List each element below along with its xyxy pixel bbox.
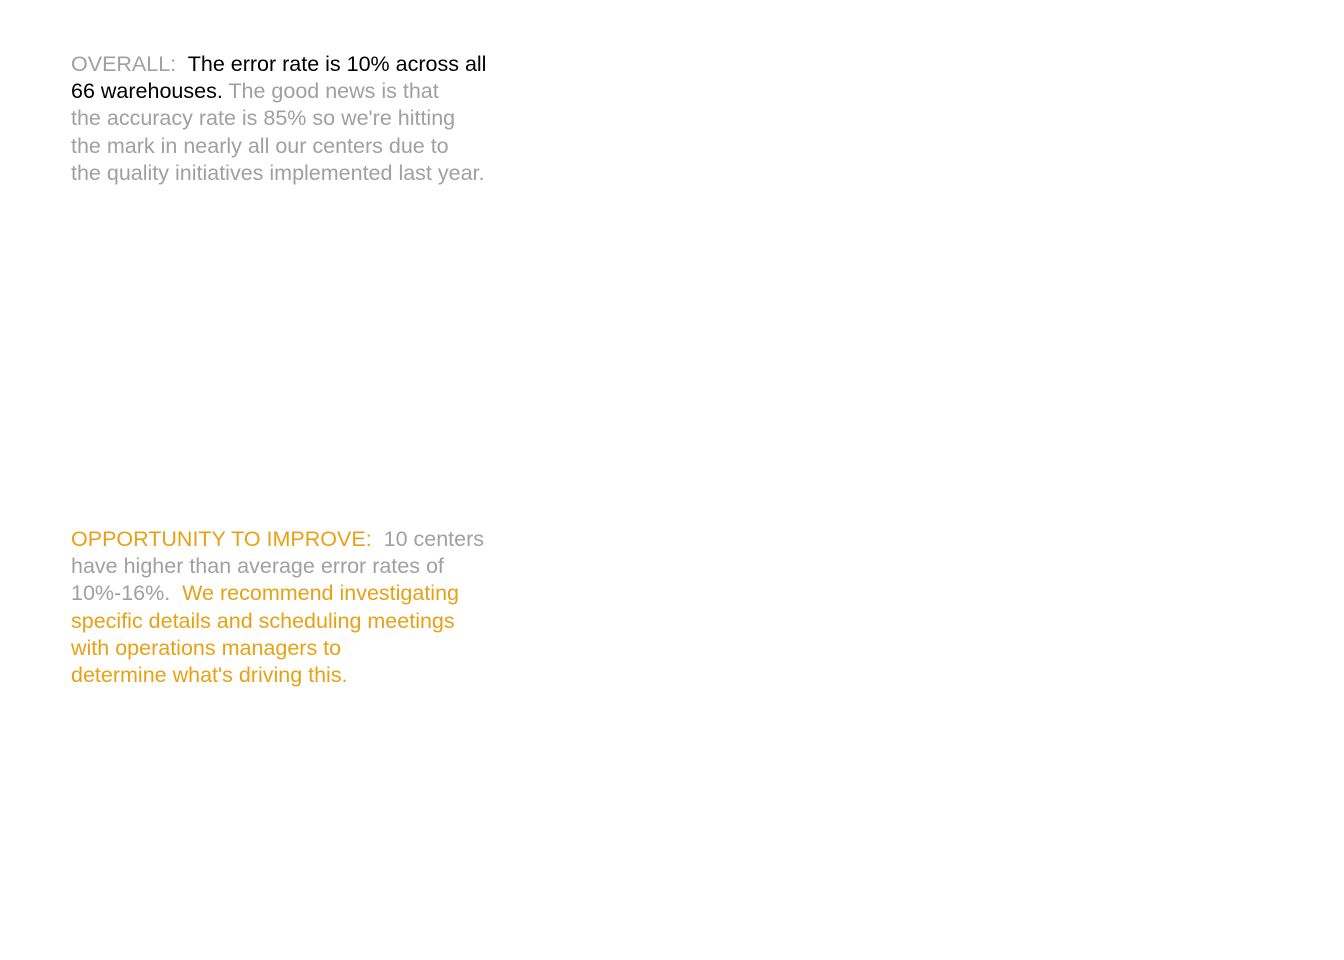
opportunity-summary: OPPORTUNITY TO IMPROVE: 10 centers have …: [71, 526, 521, 689]
overall-detail-4: the mark in nearly all our centers due t…: [71, 133, 449, 158]
opportunity-label: OPPORTUNITY TO IMPROVE:: [71, 527, 372, 551]
overall-detail-2: The good news is that: [228, 79, 439, 104]
opportunity-detail-3: 10%-16%.: [71, 581, 171, 606]
opportunity-recommend-6: determine what's driving this.: [71, 663, 348, 688]
overall-summary: OVERALL: The error rate is 10% across al…: [71, 51, 521, 187]
opportunity-recommend-4: specific details and scheduling meetings: [71, 608, 455, 633]
overall-detail-5: the quality initiatives implemented last…: [71, 160, 485, 185]
opportunity-recommend-5: with operations managers to: [71, 635, 342, 660]
opportunity-detail-2: have higher than average error rates of: [71, 554, 444, 579]
overall-detail-3: the accuracy rate is 85% so we're hittin…: [71, 106, 456, 131]
overall-headline-1: The error rate is 10% across all: [187, 52, 487, 76]
overall-line-2: 66 warehouses. The good news is that: [71, 78, 521, 105]
opportunity-line-3: 10%-16%. We recommend investigating: [71, 580, 521, 607]
overall-line-1: OVERALL: The error rate is 10% across al…: [71, 51, 521, 78]
opportunity-recommend-3: We recommend investigating: [182, 581, 460, 606]
overall-headline-2: 66 warehouses.: [71, 79, 223, 104]
opportunity-detail-1: 10 centers: [383, 527, 485, 551]
opportunity-line-1: OPPORTUNITY TO IMPROVE: 10 centers: [71, 526, 521, 553]
overall-label: OVERALL:: [71, 52, 177, 76]
